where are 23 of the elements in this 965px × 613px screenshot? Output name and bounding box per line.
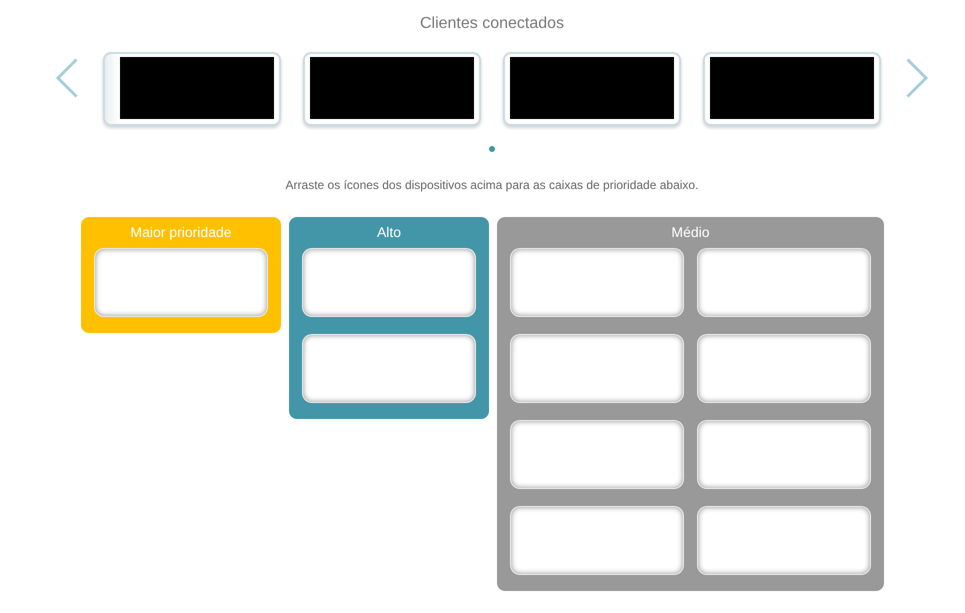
- chevron-right-icon[interactable]: [906, 58, 928, 98]
- section-title: Clientes conectados: [420, 14, 564, 34]
- drop-slot[interactable]: [697, 334, 871, 403]
- drop-slot[interactable]: [510, 506, 684, 575]
- device-card[interactable]: [103, 52, 281, 126]
- drop-slot[interactable]: [94, 248, 268, 317]
- drop-slot[interactable]: [697, 420, 871, 489]
- device-card[interactable]: [703, 52, 881, 126]
- page-indicator-dot[interactable]: [489, 146, 495, 152]
- drop-slot[interactable]: [302, 248, 476, 317]
- device-card[interactable]: [303, 52, 481, 126]
- drop-slot[interactable]: [510, 248, 684, 317]
- instruction-text: Arraste os ícones dos dispositivos acima para as caixas de prioridade abaixo.: [286, 177, 698, 193]
- drop-slot[interactable]: [510, 334, 684, 403]
- priority-panel-title: Maior prioridade: [130, 223, 232, 241]
- priority-panel-title: Médio: [671, 223, 710, 241]
- device-card[interactable]: [503, 52, 681, 126]
- priority-panel-title: Alto: [376, 223, 402, 241]
- drop-slot[interactable]: [302, 334, 476, 403]
- chevron-left-icon[interactable]: [56, 58, 78, 98]
- drop-slot[interactable]: [510, 420, 684, 489]
- drop-slot[interactable]: [697, 506, 871, 575]
- drop-slot[interactable]: [697, 248, 871, 317]
